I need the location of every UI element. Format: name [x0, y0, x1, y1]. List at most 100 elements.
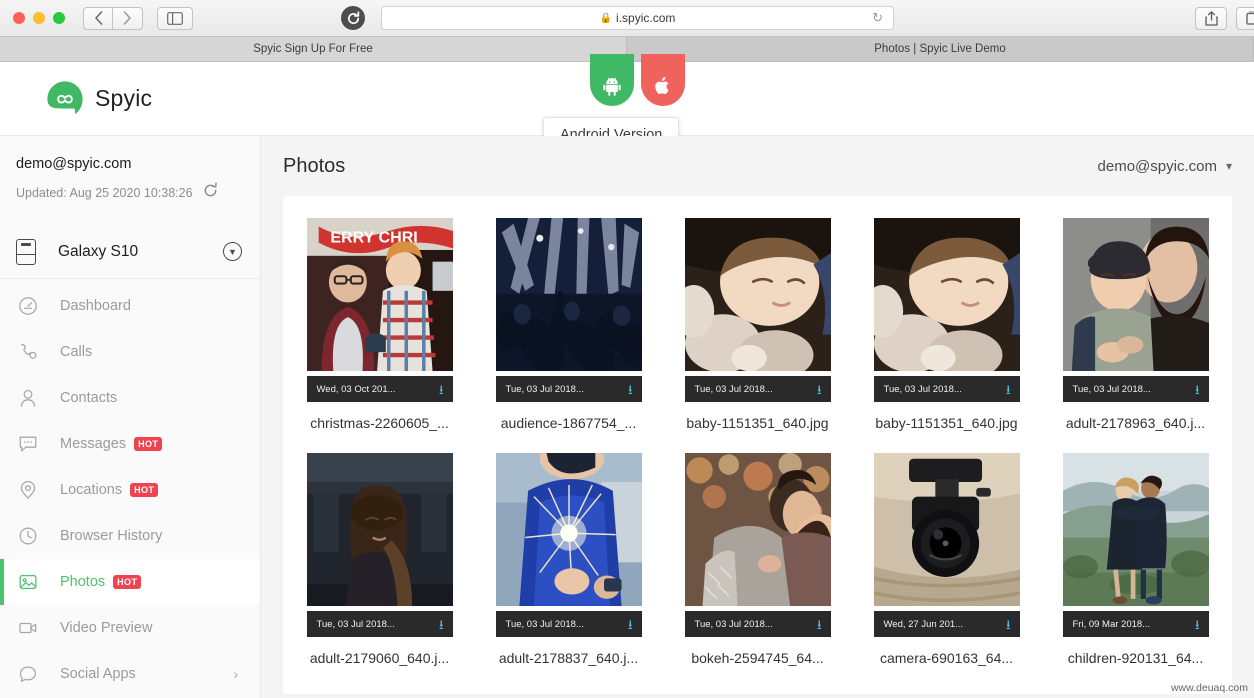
- photo-date-bar: Tue, 03 Jul 2018... ⭳: [873, 376, 1020, 402]
- photo-thumbnail[interactable]: [873, 218, 1020, 371]
- photo-card[interactable]: Tue, 03 Jul 2018... ⭳ bokeh-2594745_64..…: [677, 453, 838, 666]
- photo-date: Tue, 03 Jul 2018...: [694, 618, 773, 630]
- download-icon[interactable]: ⭳: [1006, 383, 1011, 396]
- download-icon[interactable]: ⭳: [439, 618, 444, 631]
- photo-thumbnail[interactable]: [1062, 218, 1209, 371]
- person-icon: [16, 388, 40, 408]
- message-bubble-icon: [16, 434, 40, 454]
- photo-date-bar: Wed, 27 Jun 201... ⭳: [873, 611, 1020, 637]
- sidebar-item-photos[interactable]: Photos HOT: [0, 559, 260, 605]
- sidebar-item-locations[interactable]: Locations HOT: [0, 467, 260, 513]
- sidebar-updated-label: Updated: Aug 25 2020 10:38:26: [16, 185, 193, 200]
- brand-name: Spyic: [95, 85, 153, 111]
- photo-card[interactable]: Fri, 09 Mar 2018... ⭳ children-920131_64…: [1055, 453, 1216, 666]
- photo-thumbnail[interactable]: [495, 453, 642, 606]
- download-icon[interactable]: ⭳: [628, 383, 633, 396]
- photo-card[interactable]: Tue, 03 Jul 2018... ⭳ audience-1867754_.…: [488, 218, 649, 431]
- download-icon[interactable]: ⭳: [1195, 383, 1200, 396]
- sidebar-item-video-preview[interactable]: Video Preview: [0, 605, 260, 651]
- photo-card[interactable]: Tue, 03 Jul 2018... ⭳ adult-2179060_640.…: [299, 453, 460, 666]
- photo-card[interactable]: Tue, 03 Jul 2018... ⭳ adult-2178837_640.…: [488, 453, 649, 666]
- photo-filename: children-920131_64...: [1067, 650, 1204, 666]
- new-tab-icon: [1245, 11, 1254, 25]
- sidebar-toggle-button[interactable]: [157, 6, 193, 30]
- chevron-left-icon: [94, 11, 102, 25]
- photo-filename: adult-2178837_640.j...: [498, 650, 639, 666]
- photo-thumbnail[interactable]: [873, 453, 1020, 606]
- download-icon[interactable]: ⭳: [817, 383, 822, 396]
- photo-thumbnail[interactable]: [306, 453, 453, 606]
- photo-date-bar: Tue, 03 Jul 2018... ⭳: [1062, 376, 1209, 402]
- sidebar-item-dashboard[interactable]: Dashboard: [0, 283, 260, 329]
- reload-small-icon[interactable]: ↻: [872, 10, 883, 26]
- chat-bubble-icon: [16, 664, 40, 684]
- device-selector[interactable]: Galaxy S10 ▼: [0, 225, 260, 279]
- sidebar-account-email: demo@spyic.com: [16, 156, 132, 172]
- refresh-icon[interactable]: [202, 182, 219, 203]
- download-icon[interactable]: ⭳: [1006, 618, 1011, 631]
- photo-date: Tue, 03 Jul 2018...: [505, 383, 584, 395]
- sidebar-nav: Dashboard Calls Messages Contacts: [0, 279, 260, 697]
- download-icon[interactable]: ⭳: [817, 618, 822, 631]
- maximize-window-button[interactable]: [53, 12, 65, 24]
- spyic-infinity-logo-icon: [47, 80, 83, 114]
- photo-thumbnail[interactable]: [684, 218, 831, 371]
- photo-image-baby: [873, 218, 1020, 371]
- sidebar-item-social-apps[interactable]: Social Apps ›: [0, 651, 260, 697]
- android-version-tab[interactable]: [590, 54, 634, 106]
- photo-thumbnail[interactable]: [1062, 453, 1209, 606]
- share-icon: [1204, 10, 1218, 26]
- apple-icon: [655, 77, 669, 95]
- download-icon[interactable]: ⭳: [439, 383, 444, 396]
- close-window-button[interactable]: [13, 12, 25, 24]
- photo-card[interactable]: Tue, 03 Jul 2018... ⭳ adult-2178963_640.…: [1055, 218, 1216, 431]
- download-icon[interactable]: ⭳: [1195, 618, 1200, 631]
- os-version-tabs: [590, 54, 685, 106]
- hot-badge: HOT: [113, 575, 142, 589]
- site-header: Spyic Android Version: [0, 54, 1254, 153]
- browser-tab-1[interactable]: Photos | Spyic Live Demo: [627, 37, 1254, 61]
- photo-date-bar: Tue, 03 Jul 2018... ⭳: [306, 611, 453, 637]
- account-menu-email: demo@spyic.com: [1097, 157, 1217, 175]
- browser-tab-label: Spyic Sign Up For Free: [253, 43, 373, 55]
- photo-thumbnail[interactable]: [684, 453, 831, 606]
- sidebar-updated-row: Updated: Aug 25 2020 10:38:26: [16, 182, 260, 203]
- photo-thumbnail[interactable]: [495, 218, 642, 371]
- back-button[interactable]: [83, 6, 113, 30]
- chevron-down-circle-icon[interactable]: ▼: [223, 242, 242, 261]
- photo-date-bar: Tue, 03 Jul 2018... ⭳: [495, 376, 642, 402]
- photo-card[interactable]: Tue, 03 Jul 2018... ⭳ baby-1151351_640.j…: [677, 218, 838, 431]
- photo-thumbnail[interactable]: ERRY CHRI: [306, 218, 453, 371]
- reload-page-button[interactable]: [341, 6, 365, 30]
- sidebar-item-messages[interactable]: Messages HOT: [0, 421, 260, 467]
- brand-logo-link[interactable]: Spyic: [46, 80, 152, 118]
- hot-badge: HOT: [130, 483, 159, 497]
- photo-date: Tue, 03 Jul 2018...: [505, 618, 584, 630]
- share-button[interactable]: [1195, 6, 1227, 30]
- site-watermark: www.deuaq.com: [1170, 682, 1248, 694]
- photo-card[interactable]: Wed, 27 Jun 201... ⭳ camera-690163_64...: [866, 453, 1027, 666]
- sidebar-item-browser-history[interactable]: Browser History: [0, 513, 260, 559]
- photo-card[interactable]: Tue, 03 Jul 2018... ⭳ baby-1151351_640.j…: [866, 218, 1027, 431]
- map-pin-icon: [16, 480, 40, 500]
- reload-icon: [347, 10, 359, 24]
- sidebar-item-calls[interactable]: Calls: [0, 329, 260, 375]
- forward-button[interactable]: [113, 6, 143, 30]
- new-tab-button[interactable]: [1236, 6, 1254, 30]
- photo-card[interactable]: ERRY CHRI Wed, 03 Oct 201... ⭳ christmas…: [299, 218, 460, 431]
- address-bar[interactable]: 🔒 i.spyic.com ↻: [381, 6, 894, 30]
- browser-toolbar: 🔒 i.spyic.com ↻: [0, 0, 1254, 37]
- photo-image-christmas: ERRY CHRI: [306, 218, 453, 371]
- download-icon[interactable]: ⭳: [628, 618, 633, 631]
- account-menu[interactable]: demo@spyic.com ▾: [1098, 158, 1232, 175]
- browser-tab-0[interactable]: Spyic Sign Up For Free: [0, 37, 627, 61]
- sidebar-item-label: Video Preview: [60, 620, 153, 636]
- minimize-window-button[interactable]: [33, 12, 45, 24]
- sidebar-item-label: Photos: [60, 574, 106, 590]
- android-icon: [603, 77, 621, 96]
- sidebar-item-label: Social Apps: [60, 666, 136, 682]
- photo-image-camera: [873, 453, 1020, 606]
- ios-version-tab[interactable]: [641, 54, 685, 106]
- sidebar-item-contacts[interactable]: Messages Contacts: [0, 375, 260, 421]
- chevron-right-icon[interactable]: ›: [233, 666, 238, 682]
